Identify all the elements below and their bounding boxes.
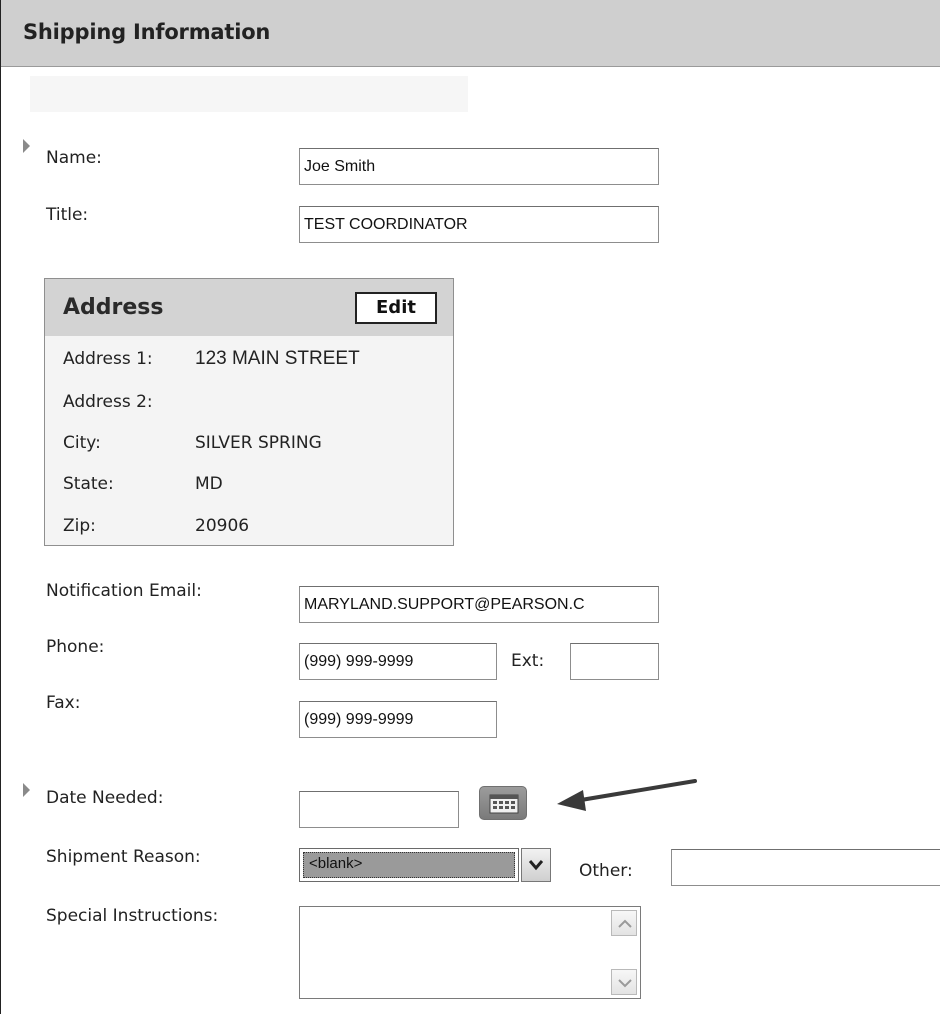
city-value: SILVER SPRING [195,433,322,453]
shipment-reason-selected: <blank> [303,852,515,878]
shipment-reason-label: Shipment Reason: [46,847,201,867]
ext-label: Ext: [511,651,545,671]
chevron-down-icon [529,860,543,871]
city-label: City: [63,433,101,453]
chevron-up-icon [618,919,632,928]
fax-field[interactable]: (999) 999-9999 [299,701,497,738]
date-needed-label: Date Needed: [46,788,164,808]
title-label: Title: [46,205,89,225]
notification-email-field[interactable]: MARYLAND.SUPPORT@PEARSON.C [299,586,659,623]
dropdown-button[interactable] [521,848,551,882]
other-label: Other: [579,861,633,881]
arrow-icon [557,779,697,811]
other-field[interactable] [671,849,940,886]
state-label: State: [63,474,114,494]
address1-label: Address 1: [63,349,153,369]
date-needed-field[interactable] [299,791,459,828]
scrollbar[interactable] [611,910,637,995]
required-marker-icon [23,139,30,153]
ext-field[interactable] [570,643,659,680]
phone-field[interactable]: (999) 999-9999 [299,643,497,680]
notification-email-label: Notification Email: [46,581,202,601]
address-heading: Address [63,295,164,320]
scroll-up-button[interactable] [611,910,637,936]
special-instructions-field[interactable] [299,906,641,999]
address1-value: 123 MAIN STREET [195,348,360,369]
chevron-down-icon [618,979,632,988]
zip-label: Zip: [63,516,96,536]
name-field[interactable]: Joe Smith [299,148,659,185]
state-value: MD [195,474,223,494]
page-title: Shipping Information [23,20,271,44]
shipment-reason-value[interactable]: <blank> [299,848,519,882]
phone-label: Phone: [46,637,105,657]
address-panel: Address Edit Address 1: 123 MAIN STREET … [44,278,454,546]
address2-label: Address 2: [63,392,153,412]
scroll-down-button[interactable] [611,969,637,995]
calendar-icon[interactable] [479,786,527,820]
fax-label: Fax: [46,693,81,713]
title-field[interactable]: TEST COORDINATOR [299,206,659,243]
address-panel-header: Address Edit [45,279,453,336]
required-marker-icon [23,783,30,797]
name-label: Name: [46,148,102,168]
info-bar [30,76,468,112]
special-instructions-label: Special Instructions: [46,906,219,926]
edit-address-button[interactable]: Edit [355,292,437,324]
section-header: Shipping Information [1,0,940,67]
zip-value: 20906 [195,516,250,536]
shipment-reason-select[interactable]: <blank> [299,848,553,882]
